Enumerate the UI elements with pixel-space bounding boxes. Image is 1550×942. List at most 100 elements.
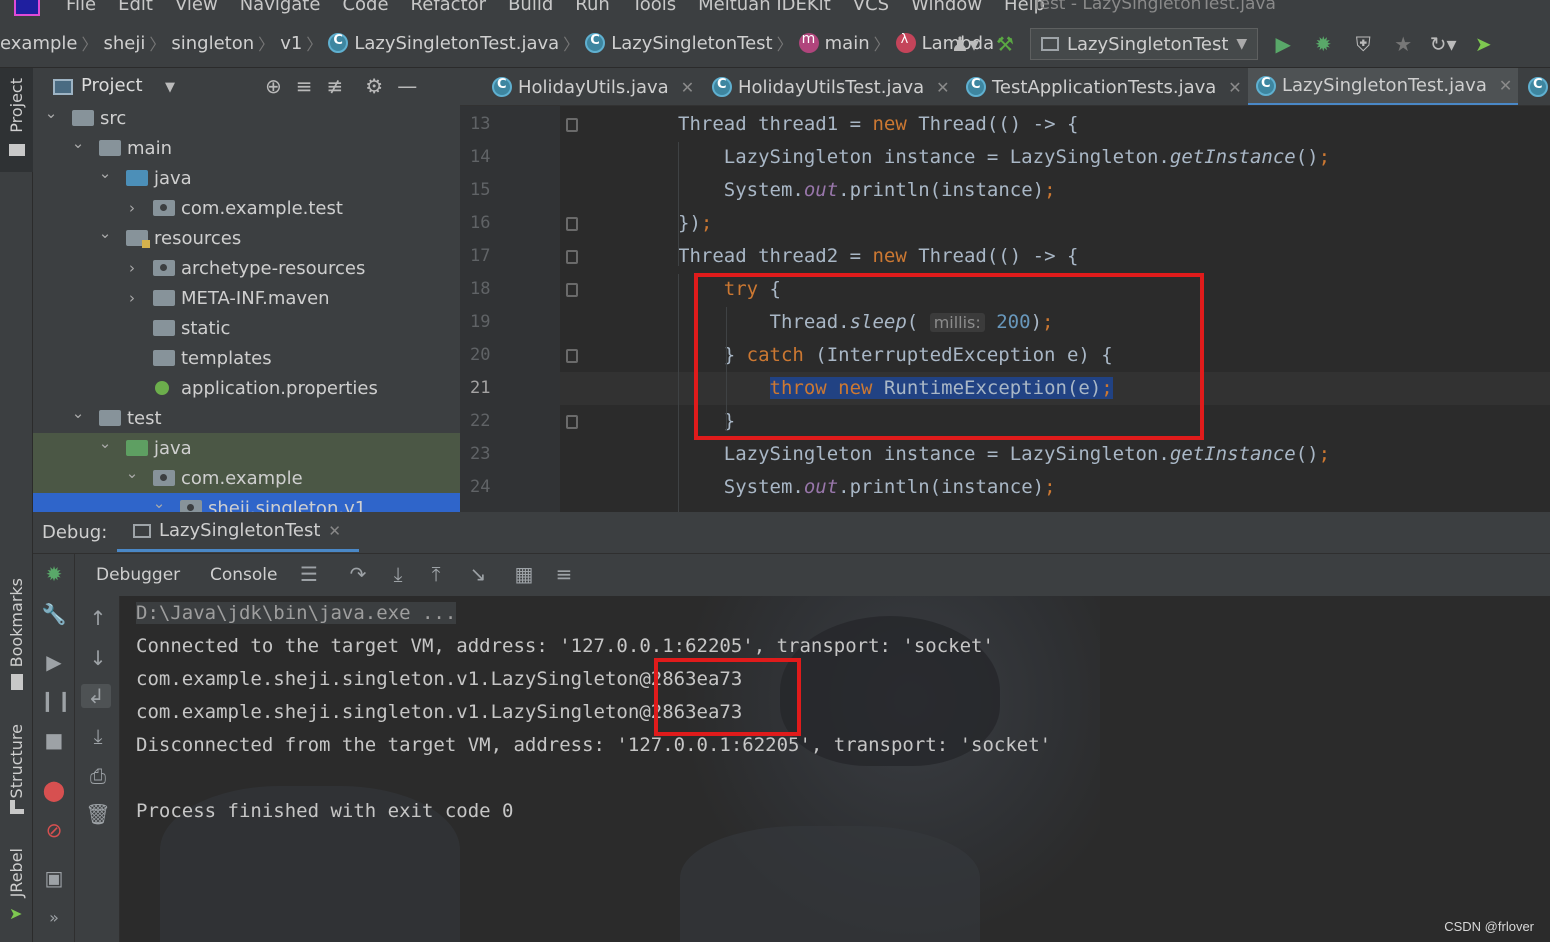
up-arrow-icon[interactable]: ↑ [83,606,113,630]
tree-item[interactable]: ⌄ test [33,403,460,433]
fold-marker-icon[interactable] [566,415,578,429]
tree-item[interactable]: ⌄ sheji.singleton.v1 [33,493,460,512]
wrench-settings-icon[interactable]: 🔧 [39,602,69,626]
code-line[interactable]: LazySingleton instance = LazySingleton.g… [560,141,1550,174]
layout-menu-icon[interactable]: ☰ [294,562,324,586]
show-execution-point-icon[interactable]: ↷ [343,562,373,586]
expand-all-icon[interactable]: ≡ [296,74,313,98]
trash-icon[interactable]: 🗑 [83,802,113,826]
tree-item[interactable]: › archetype-resources [33,253,460,283]
trace-stream-icon[interactable]: ≡ [549,562,579,586]
run-configuration-select[interactable]: LazySingletonTest ▼ [1030,28,1259,60]
scroll-to-end-icon[interactable]: ⤓ [83,724,113,748]
locate-crosshair-icon[interactable]: ⊕ [265,74,282,98]
breadcrumb-item[interactable]: singleton [171,33,254,54]
gear-icon[interactable]: ⚙ [365,74,383,98]
menu-item-file[interactable]: File [66,0,96,15]
breadcrumb-item[interactable]: v1 [280,33,302,54]
soft-wrap-icon[interactable]: ↲ [81,684,111,708]
fold-marker-icon[interactable] [566,118,578,132]
mute-breakpoints-icon[interactable]: ⊘ [39,818,69,842]
tree-item[interactable]: ⌄ java [33,163,460,193]
code-line[interactable]: System.out.println(instance); [560,471,1550,504]
close-icon[interactable]: ✕ [681,78,694,97]
chevron-down-icon[interactable]: ⌄ [98,224,112,242]
fold-marker-icon[interactable] [566,349,578,363]
tree-item[interactable]: templates [33,343,460,373]
fold-marker-icon[interactable] [566,217,578,231]
collapse-all-icon[interactable]: ≢ [327,74,344,98]
menu-item-refactor[interactable]: Refactor [411,0,487,15]
tool-tab-jrebel[interactable]: JRebel [7,848,26,897]
tree-item[interactable]: ⌄ main [33,133,460,163]
stop-icon[interactable]: ■ [39,728,69,752]
build-hammer-icon[interactable]: ⚒ [990,29,1020,59]
jrebel-icon[interactable]: ➤ [1468,29,1498,59]
breadcrumb-item[interactable]: main [798,31,870,54]
debug-session-tab[interactable]: LazySingletonTest ✕ [117,512,359,552]
menu-item-tools[interactable]: Tools [632,0,676,15]
hide-icon[interactable]: — [397,74,417,98]
run-icon[interactable]: ▶ [1268,29,1298,59]
tab-overflow[interactable] [1520,68,1550,105]
tree-item[interactable]: static [33,313,460,343]
tab-debugger[interactable]: Debugger [96,565,180,585]
fold-marker-icon[interactable] [566,283,578,297]
menu-item-meituan-idekit[interactable]: Meituan IDEKit [698,0,831,15]
console-output[interactable]: D:\Java\jdk\bin\java.exe ... Connected to… [120,596,1550,942]
tab-lazysingletontest[interactable]: LazySingletonTest.java ✕ [1248,68,1518,105]
chevron-right-icon[interactable]: › [125,289,139,307]
chevron-down-icon[interactable]: ⌄ [98,434,112,452]
menu-item-vcs[interactable]: VCS [853,0,889,15]
step-out-icon[interactable]: ↘ [463,562,493,586]
down-arrow-icon[interactable]: ↓ [83,646,113,670]
chevron-down-icon[interactable]: ⌄ [98,164,112,182]
tab-holidayutilstest[interactable]: HolidayUtilsTest.java ✕ [704,68,950,105]
debug-bug-icon[interactable]: ✹ [1308,29,1338,59]
breadcrumb-item[interactable]: example [0,33,77,54]
tab-testapplicationtests[interactable]: TestApplicationTests.java ✕ [958,68,1242,105]
tree-item[interactable]: ⌄ java [33,433,460,463]
menu-item-code[interactable]: Code [342,0,388,15]
coverage-icon[interactable]: ⛨ [1348,29,1378,59]
update-running-icon[interactable]: ↻▾ [1428,29,1458,59]
evaluate-expression-icon[interactable]: ▦ [509,562,539,586]
tool-tab-structure[interactable]: Structure [7,724,26,798]
tree-item[interactable]: › META-INF.maven [33,283,460,313]
code-line[interactable]: Thread thread1 = new Thread(() -> { [560,108,1550,141]
chevron-right-icon[interactable]: › [125,259,139,277]
close-icon[interactable]: ✕ [1228,78,1241,97]
close-icon[interactable]: ✕ [936,78,949,97]
resume-icon[interactable]: ▶ [39,650,69,674]
more-icon[interactable]: » [39,908,69,927]
tool-tab-bookmarks[interactable]: Bookmarks [7,578,26,667]
breadcrumb-item[interactable]: LazySingletonTest [585,33,773,54]
code-line[interactable]: Thread thread2 = new Thread(() -> { [560,240,1550,273]
tree-item[interactable]: › com.example.test [33,193,460,223]
chevron-down-icon[interactable]: ⌄ [152,494,166,512]
tool-tab-project[interactable]: Project [0,68,33,172]
menu-item-edit[interactable]: Edit [118,0,153,15]
tree-item[interactable]: ⌄ src [33,103,460,133]
view-breakpoints-icon[interactable]: ⬤ [39,778,69,802]
menu-item-navigate[interactable]: Navigate [240,0,321,15]
fold-marker-icon[interactable] [566,250,578,264]
menu-item-run[interactable]: Run [575,0,610,15]
breadcrumb-item[interactable]: LazySingletonTest.java [328,33,559,54]
user-icon[interactable]: ♟▾ [950,29,980,59]
tree-item[interactable]: application.properties [33,373,460,403]
step-into-icon[interactable]: ⤒ [421,562,451,586]
menu-item-view[interactable]: View [175,0,218,15]
project-view-selector[interactable]: Project [81,75,143,96]
tab-console[interactable]: Console [210,565,278,585]
code-line[interactable]: System.out.println(instance); [560,174,1550,207]
code-line[interactable]: LazySingleton instance = LazySingleton.g… [560,438,1550,471]
tab-holidayutils[interactable]: HolidayUtils.java ✕ [484,68,694,105]
profiler-icon[interactable]: ★ [1388,29,1418,59]
chevron-down-icon[interactable]: ⌄ [71,134,85,152]
chevron-down-icon[interactable]: ⌄ [125,464,139,482]
step-over-icon[interactable]: ⤓ [383,562,413,586]
print-icon[interactable]: ⎙ [83,764,113,788]
breadcrumb-item[interactable]: sheji [104,33,146,54]
code-line[interactable]: }); [560,207,1550,240]
